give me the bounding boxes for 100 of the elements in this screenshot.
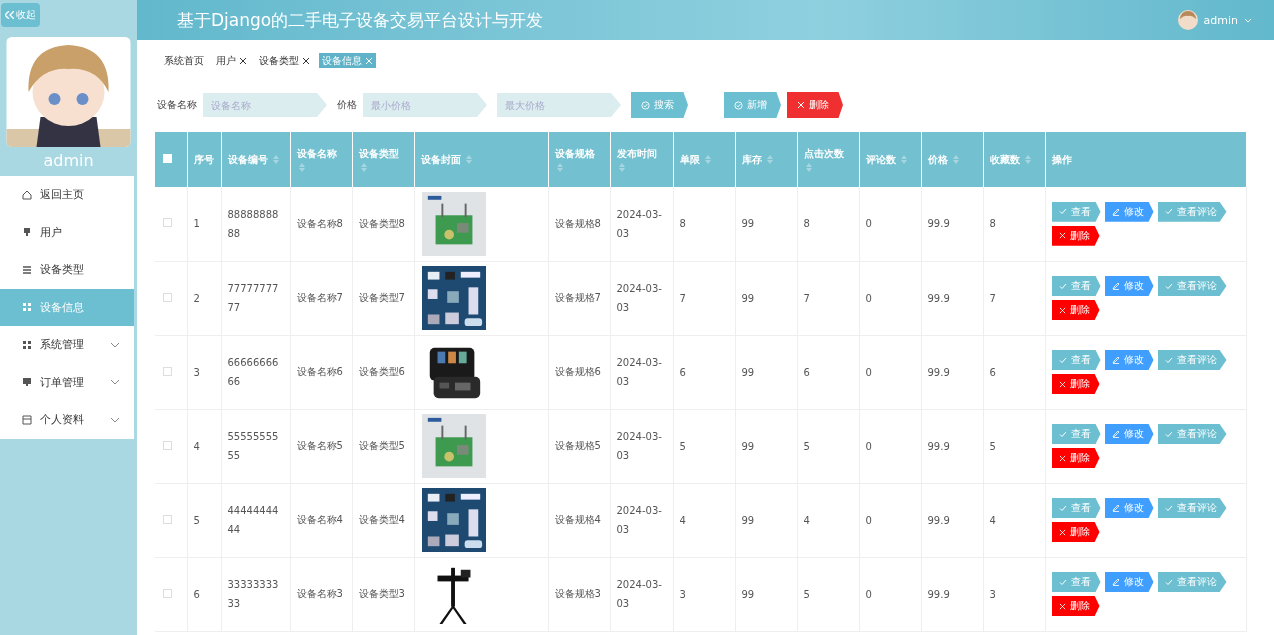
comment-button[interactable]: 查看评论 [1157,572,1227,592]
column-header[interactable]: 序号 [187,132,221,187]
menu-item[interactable]: 个人资料 [0,401,134,439]
comment-button[interactable]: 查看评论 [1157,424,1227,444]
delete-button[interactable]: 删除 [1051,300,1100,320]
table-cell: 6666666666 [221,335,290,409]
row-checkbox[interactable] [163,366,172,376]
min-price-field[interactable]: 最小价格 [363,93,487,117]
edit-button[interactable]: 修改 [1104,424,1154,444]
table-cell: 99.9 [921,335,983,409]
sort-icon[interactable] [556,162,563,172]
edit-button[interactable]: 修改 [1104,201,1154,222]
column-header[interactable]: 价格 [921,132,983,187]
menu-item[interactable]: 设备类型 [0,251,134,289]
search-button[interactable]: 搜索 [631,92,688,118]
table-cell: 0 [859,187,921,261]
comment-button[interactable]: 查看评论 [1157,276,1227,296]
column-header[interactable]: 设备类型 [352,132,414,187]
menu-item[interactable]: 返回主页 [0,176,134,214]
delete-button[interactable]: 删除 [1051,374,1100,394]
sort-icon[interactable] [360,162,367,172]
column-header[interactable]: 收藏数 [983,132,1045,187]
sort-icon[interactable] [618,162,625,172]
sort-icon[interactable] [298,162,305,172]
table-cell: 设备规格8 [548,187,610,261]
comment-button[interactable]: 查看评论 [1157,350,1227,370]
close-icon[interactable] [239,56,247,65]
view-button[interactable]: 查看 [1051,350,1101,370]
menu-item[interactable]: 系统管理 [0,326,134,364]
delete-button[interactable]: 删除 [1051,596,1100,616]
sort-icon[interactable] [705,155,711,164]
name-field[interactable]: 设备名称 [203,93,327,117]
delete-button[interactable]: 删除 [1051,225,1100,246]
row-checkbox[interactable] [163,292,172,302]
column-header[interactable]: 点击次数 [797,132,859,187]
row-checkbox[interactable] [163,440,172,450]
column-header[interactable]: 发布时间 [610,132,673,187]
row-checkbox[interactable] [163,588,172,598]
collapse-button[interactable]: 收起 [1,3,40,27]
table-cell: 2024-03-03 [610,261,673,335]
view-button[interactable]: 查看 [1051,572,1101,592]
edit-button[interactable]: 修改 [1104,572,1154,592]
sort-icon[interactable] [1025,155,1031,164]
user-menu[interactable]: admin [1177,10,1252,30]
table-cell: 1 [187,187,221,261]
home-icon [22,189,32,200]
sort-icon[interactable] [953,155,959,164]
column-header[interactable]: 单限 [673,132,735,187]
check-icon [1058,578,1067,586]
row-checkbox[interactable] [163,514,172,524]
menu-item[interactable]: 订单管理 [0,363,134,401]
sort-icon[interactable] [767,155,773,164]
column-header[interactable]: 设备规格 [548,132,610,187]
table-cell: 4 [983,483,1045,557]
row-checkbox[interactable] [163,218,172,228]
table-cell: 5 [673,409,735,483]
table-cell: 7 [983,261,1045,335]
select-all-checkbox[interactable] [163,154,172,163]
delete-button[interactable]: 删除 [1051,448,1100,468]
column-header[interactable]: 设备编号 [221,132,290,187]
tab[interactable]: 设备信息 [319,53,376,68]
column-header[interactable]: 库存 [735,132,797,187]
table-cell: 7777777777 [221,261,290,335]
add-button[interactable]: 新增 [724,92,781,118]
view-button[interactable]: 查看 [1051,276,1101,296]
column-header[interactable]: 设备封面 [414,132,548,187]
table-cell: 2024-03-03 [610,409,673,483]
menu-item[interactable]: 设备信息 [0,288,134,326]
comment-button[interactable]: 查看评论 [1157,498,1227,518]
column-header[interactable]: 设备名称 [290,132,352,187]
chevron-icon [110,416,120,423]
tab[interactable]: 系统首页 [161,53,207,68]
sort-icon[interactable] [901,155,907,164]
comment-button[interactable]: 查看评论 [1157,201,1227,222]
menu-item[interactable]: 用户 [0,213,134,251]
table-cell: 8888888888 [221,187,290,261]
column-header[interactable]: 评论数 [859,132,921,187]
max-price-field[interactable]: 最大价格 [497,93,621,117]
delete-button[interactable]: 删除 [1051,522,1100,542]
list-icon [22,264,32,275]
sort-icon[interactable] [805,162,812,172]
edit-button[interactable]: 修改 [1104,498,1154,518]
delete-button[interactable]: 删除 [787,92,843,118]
close-icon[interactable] [302,56,310,65]
table-cell: 7 [673,261,735,335]
sort-icon[interactable] [273,155,279,164]
sort-icon[interactable] [466,155,472,164]
check-icon [1058,430,1067,438]
tab[interactable]: 设备类型 [256,53,313,68]
view-button[interactable]: 查看 [1051,498,1101,518]
check-icon [1058,504,1067,512]
view-button[interactable]: 查看 [1051,201,1101,222]
chevron-icon [110,341,120,348]
view-button[interactable]: 查看 [1051,424,1101,444]
edit-button[interactable]: 修改 [1104,276,1154,296]
tab[interactable]: 用户 [213,53,250,68]
table-cell: 99.9 [921,409,983,483]
column-header[interactable]: 操作 [1045,132,1247,187]
chevron-icon [110,379,120,386]
edit-button[interactable]: 修改 [1104,350,1154,370]
